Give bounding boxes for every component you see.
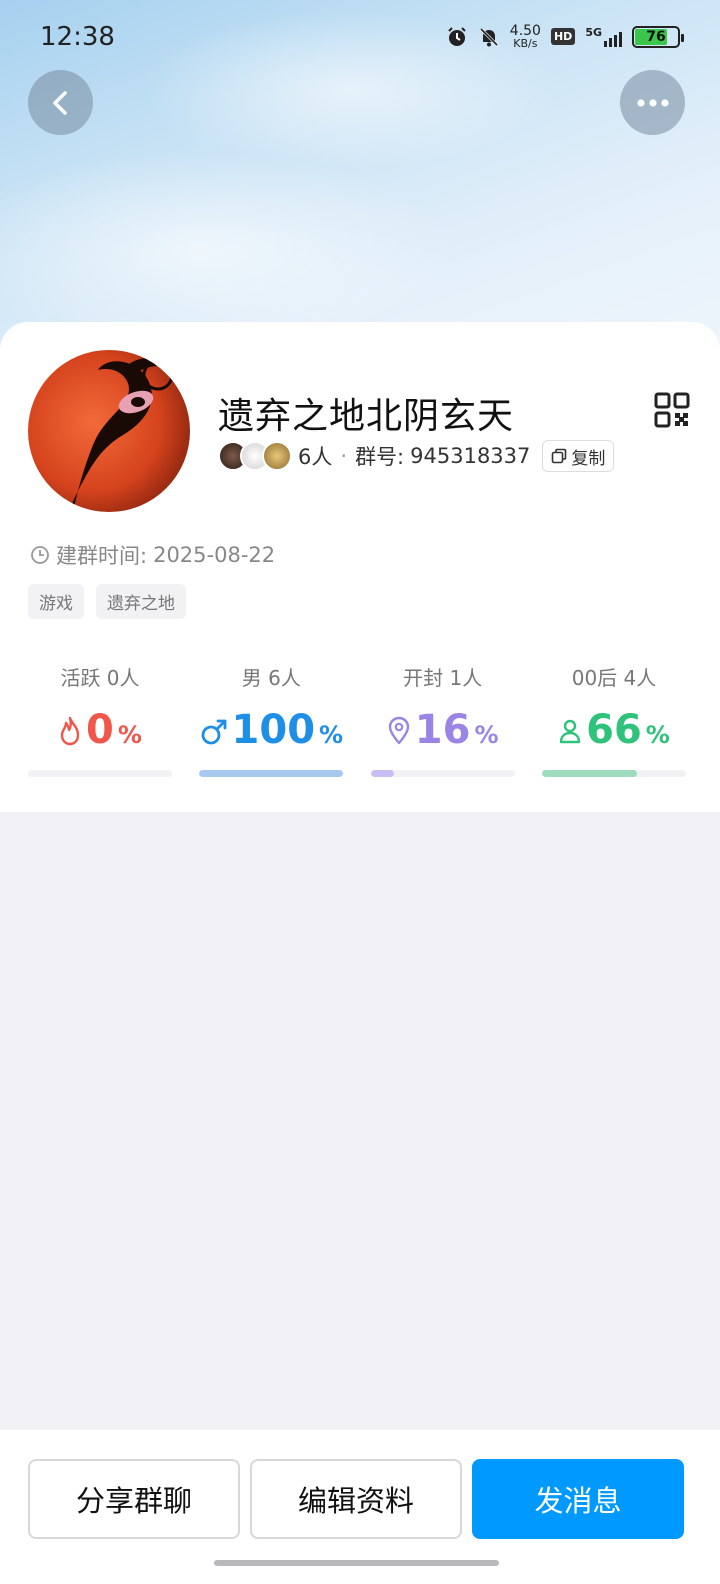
group-meta-row: 6人 · 群号: 945318337 复制 bbox=[218, 440, 615, 472]
stat-value: 66 bbox=[586, 707, 642, 753]
stat-unit: % bbox=[319, 721, 344, 749]
person-icon bbox=[559, 719, 581, 744]
battery-icon: 76 bbox=[632, 25, 684, 48]
created-time: 建群时间: 2025-08-22 bbox=[30, 540, 275, 570]
signal-icon: 5G bbox=[585, 27, 622, 47]
more-horizontal-icon bbox=[636, 98, 669, 107]
created-label: 建群时间: bbox=[56, 544, 148, 568]
stat-bar bbox=[370, 770, 515, 777]
stat-value: 16 bbox=[414, 707, 471, 753]
member-count[interactable]: 6人 bbox=[298, 441, 332, 471]
clock-icon bbox=[31, 546, 49, 564]
stat-label: 男 6人 bbox=[241, 666, 301, 690]
stat-label: 活跃 0人 bbox=[60, 666, 140, 690]
stat-bar bbox=[199, 770, 344, 777]
member-stats: 活跃 0人 0 % 男 6人 100 % 开封 1人 16 % 00后 4人 6… bbox=[28, 662, 686, 777]
copy-icon bbox=[552, 448, 567, 464]
stat-male: 男 6人 100 % bbox=[199, 662, 344, 777]
group-info-card: 遗弃之地北阴玄天 6人 · 群号: 945318337 复制 建群时间: 202… bbox=[0, 322, 720, 812]
stat-bar bbox=[28, 770, 172, 777]
more-button[interactable] bbox=[620, 70, 685, 135]
back-button[interactable] bbox=[28, 70, 93, 135]
stat-value: 100 bbox=[231, 707, 316, 753]
status-bar: 12:38 4.50 KB/s HD 5G 76 bbox=[0, 0, 720, 76]
male-icon bbox=[201, 719, 226, 745]
copy-label: 复制 bbox=[571, 448, 606, 469]
group-avatar[interactable] bbox=[28, 350, 190, 512]
group-name: 遗弃之地北阴玄天 bbox=[218, 396, 515, 437]
hd-badge: HD bbox=[550, 28, 576, 45]
stat-unit: % bbox=[117, 721, 142, 749]
chevron-left-icon bbox=[52, 90, 67, 115]
share-group-button[interactable]: 分享群聊 bbox=[28, 1459, 240, 1539]
status-time: 12:38 bbox=[40, 22, 115, 52]
avatar bbox=[262, 441, 292, 471]
tag[interactable]: 遗弃之地 bbox=[96, 584, 186, 619]
alarm-icon bbox=[448, 26, 466, 46]
stat-label: 00后 4人 bbox=[571, 666, 657, 690]
copy-button[interactable]: 复制 bbox=[542, 440, 615, 472]
qr-code-icon[interactable] bbox=[654, 392, 690, 428]
net-speed: 4.50 KB/s bbox=[509, 23, 541, 50]
stat-label: 开封 1人 bbox=[403, 666, 483, 690]
group-tags: 游戏 遗弃之地 bbox=[28, 584, 186, 619]
send-message-button[interactable]: 发消息 bbox=[472, 1459, 684, 1539]
mute-bell-icon bbox=[479, 27, 498, 46]
edit-profile-button[interactable]: 编辑资料 bbox=[250, 1459, 462, 1539]
group-id-label: 群号: bbox=[355, 445, 405, 469]
stat-unit: % bbox=[474, 721, 499, 749]
stat-value: 0 bbox=[86, 707, 114, 753]
stat-location: 开封 1人 16 % bbox=[370, 662, 515, 777]
stat-active: 活跃 0人 0 % bbox=[28, 662, 172, 777]
flame-icon bbox=[60, 716, 80, 746]
home-indicator[interactable] bbox=[214, 1560, 499, 1566]
meta-separator: · bbox=[340, 444, 348, 468]
stat-age: 00后 4人 66 % bbox=[541, 662, 686, 777]
tag[interactable]: 游戏 bbox=[28, 584, 84, 619]
stat-unit: % bbox=[645, 721, 670, 749]
member-avatars[interactable] bbox=[218, 441, 292, 471]
location-pin-icon bbox=[388, 716, 409, 745]
stat-bar bbox=[541, 770, 686, 777]
created-date: 2025-08-22 bbox=[153, 543, 276, 567]
group-id: 945318337 bbox=[410, 444, 531, 468]
